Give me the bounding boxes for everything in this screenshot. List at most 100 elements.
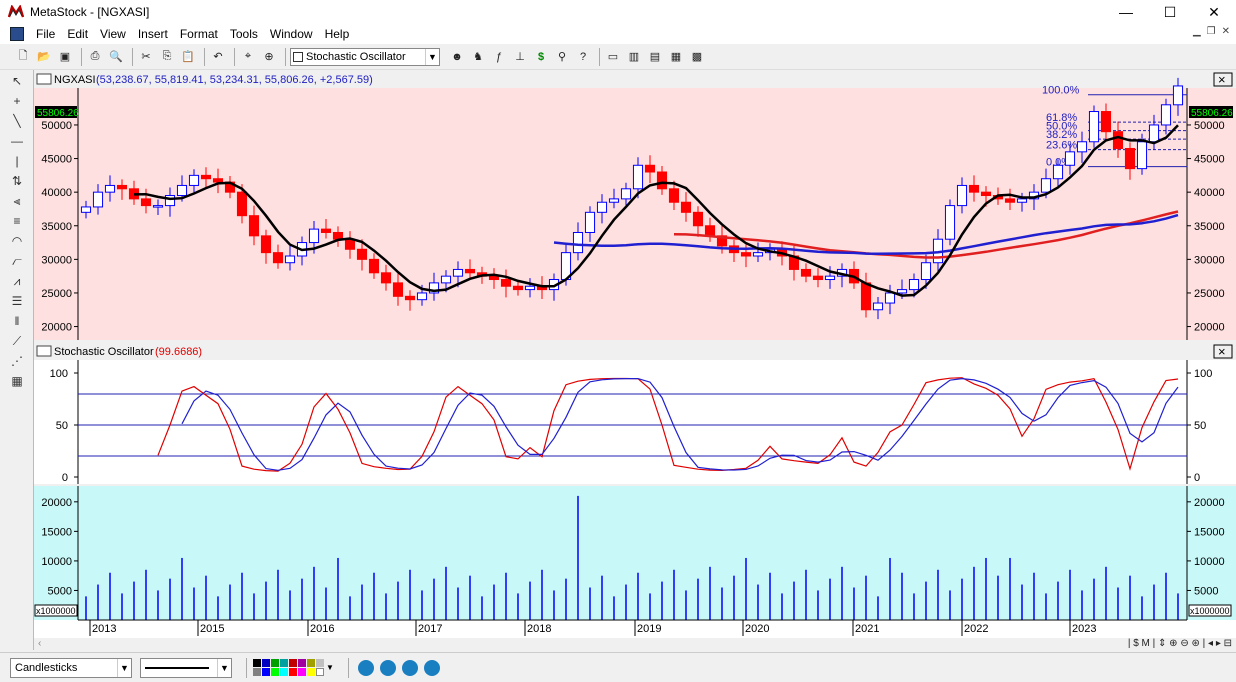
fan-lines-icon[interactable]: ⦧: [5, 252, 29, 270]
candle-body: [884, 292, 896, 304]
browser-icon[interactable]: [401, 659, 418, 676]
gann-grid-icon[interactable]: ▦: [5, 372, 29, 390]
volume-tick-label: 20000: [1194, 497, 1225, 509]
fibonacci-retracement-icon[interactable]: ≡: [5, 212, 29, 230]
close-icon[interactable]: ×: [1218, 344, 1226, 359]
close-window-button[interactable]: ✕: [1192, 0, 1236, 24]
system-tester-icon[interactable]: ⊥: [511, 48, 529, 66]
crosshair-icon[interactable]: ⌖: [239, 48, 257, 66]
price-tick-label: 50000: [1194, 120, 1225, 132]
open-folder-icon[interactable]: 📂: [35, 48, 53, 66]
chevron-down-icon[interactable]: ▼: [425, 48, 439, 65]
menu-tools[interactable]: Tools: [224, 27, 264, 41]
buy-sell-arrow-icon[interactable]: ⇅: [5, 172, 29, 190]
crosshair-tool-icon[interactable]: +: [5, 92, 29, 110]
cut-icon[interactable]: ✂: [137, 48, 155, 66]
copy-icon[interactable]: ⎘: [158, 48, 176, 66]
candle-body: [656, 171, 668, 190]
candle-body: [452, 268, 464, 277]
last-price-label-right: 55806.26: [1191, 108, 1233, 119]
trendline-icon[interactable]: ╲: [5, 112, 29, 130]
cycle-lines-icon[interactable]: ⫷: [5, 192, 29, 210]
menu-bar: File Edit View Insert Format Tools Windo…: [0, 24, 1236, 44]
tile-vertical-icon[interactable]: ▥: [625, 48, 643, 66]
candle-body: [524, 285, 536, 291]
toolbar-divider: [347, 657, 349, 678]
zoom-icon[interactable]: ⊕: [260, 48, 278, 66]
indicator-select[interactable]: Stochastic Oscillator ▼: [290, 47, 440, 66]
chart-nav-controls[interactable]: | $ M | ⇕ ⊕ ⊖ ⊛ | ◂ ▸ ⊟: [1128, 638, 1232, 649]
speed-lines-icon[interactable]: ⩘: [5, 272, 29, 290]
minimize-button[interactable]: —: [1104, 0, 1148, 24]
candle-body: [1160, 104, 1172, 126]
print-preview-icon[interactable]: 🔍: [107, 48, 125, 66]
new-window-icon[interactable]: ▭: [604, 48, 622, 66]
browser-icon[interactable]: [379, 659, 396, 676]
fibonacci-arcs-icon[interactable]: ◠: [5, 232, 29, 250]
price-tick-label: 45000: [1194, 154, 1225, 166]
candle-body: [584, 211, 596, 233]
tile-horizontal-icon[interactable]: ▤: [646, 48, 664, 66]
volume-plot-area[interactable]: [34, 486, 1236, 620]
help-pointer-icon[interactable]: ?: [574, 48, 592, 66]
binoculars-icon[interactable]: ⚲: [553, 48, 571, 66]
chart-style-value: Candlesticks: [15, 661, 78, 674]
candle-body: [944, 205, 956, 240]
menu-window[interactable]: Window: [264, 27, 319, 41]
drawing-toolbar: ↖ + ╲ — | ⇅ ⫷ ≡ ◠ ⦧ ⩘ ☰ ‖ ⟋ ⋰ ▦: [0, 70, 34, 650]
line-style-select[interactable]: ▼: [140, 657, 232, 678]
pointer-icon[interactable]: ↖: [5, 72, 29, 90]
expert-advisor-icon[interactable]: ☻: [448, 48, 466, 66]
chart-window[interactable]: NGXASI (53,238.67, 55,819.41, 53,234.31,…: [34, 70, 1236, 638]
menu-view[interactable]: View: [94, 27, 132, 41]
menu-help[interactable]: Help: [319, 27, 356, 41]
gann-fan-icon[interactable]: ⋰: [5, 352, 29, 370]
toolbar-divider: [204, 47, 205, 66]
year-tick-label: 2019: [637, 623, 661, 635]
year-tick-label: 2017: [418, 623, 442, 635]
close-icon[interactable]: ×: [1218, 72, 1226, 87]
browser-icon[interactable]: [357, 659, 374, 676]
price-pane-values: (53,238.67, 55,819.41, 53,234.31, 55,806…: [96, 74, 373, 86]
print-icon[interactable]: ⎙: [86, 48, 104, 66]
menu-edit[interactable]: Edit: [61, 27, 94, 41]
color-palette[interactable]: [253, 659, 324, 676]
chevron-down-icon[interactable]: ▼: [217, 658, 231, 677]
mdi-close-icon[interactable]: ✕: [1222, 26, 1230, 37]
candle-body: [404, 295, 416, 301]
text-icon[interactable]: ☰: [5, 292, 29, 310]
chart-document-icon[interactable]: [10, 27, 24, 41]
chevron-down-icon[interactable]: ▼: [117, 658, 131, 677]
layout-icon[interactable]: ▩: [688, 48, 706, 66]
candle-body: [704, 225, 716, 237]
explorer-icon[interactable]: ♞: [469, 48, 487, 66]
function-icon[interactable]: ƒ: [490, 48, 508, 66]
chart-canvas[interactable]: NGXASI (53,238.67, 55,819.41, 53,234.31,…: [34, 70, 1236, 638]
save-icon[interactable]: ▣: [56, 48, 74, 66]
maximize-button[interactable]: ☐: [1148, 0, 1192, 24]
candle-body: [464, 268, 476, 274]
time-zones-icon[interactable]: ‖: [5, 312, 29, 330]
chart-style-select[interactable]: Candlesticks ▼: [10, 657, 132, 678]
new-file-icon[interactable]: 🗋: [14, 48, 32, 66]
menu-file[interactable]: File: [30, 27, 61, 41]
candle-body: [1088, 111, 1100, 143]
menu-format[interactable]: Format: [174, 27, 224, 41]
mdi-minimize-icon[interactable]: ▁: [1193, 26, 1201, 37]
vertical-line-icon[interactable]: |: [5, 152, 29, 170]
candle-body: [1076, 141, 1088, 153]
scroll-left-icon[interactable]: ‹: [38, 638, 41, 649]
chevron-down-icon[interactable]: ▼: [326, 663, 334, 672]
dollar-icon[interactable]: $: [532, 48, 550, 66]
tile-grid-icon[interactable]: ▦: [667, 48, 685, 66]
chart-scrollbar[interactable]: ‹ | $ M | ⇕ ⊕ ⊖ ⊛ | ◂ ▸ ⊟: [34, 638, 1236, 652]
menu-insert[interactable]: Insert: [132, 27, 174, 41]
browser-icon[interactable]: [423, 659, 440, 676]
mdi-restore-icon[interactable]: ❐: [1207, 26, 1216, 37]
paste-icon[interactable]: 📋: [179, 48, 197, 66]
undo-icon[interactable]: ↶: [209, 48, 227, 66]
horizontal-line-icon[interactable]: —: [5, 132, 29, 150]
raff-channel-icon[interactable]: ⟋: [5, 332, 29, 350]
candle-body: [620, 188, 632, 200]
stoch-tick-label: 100: [1194, 368, 1212, 380]
